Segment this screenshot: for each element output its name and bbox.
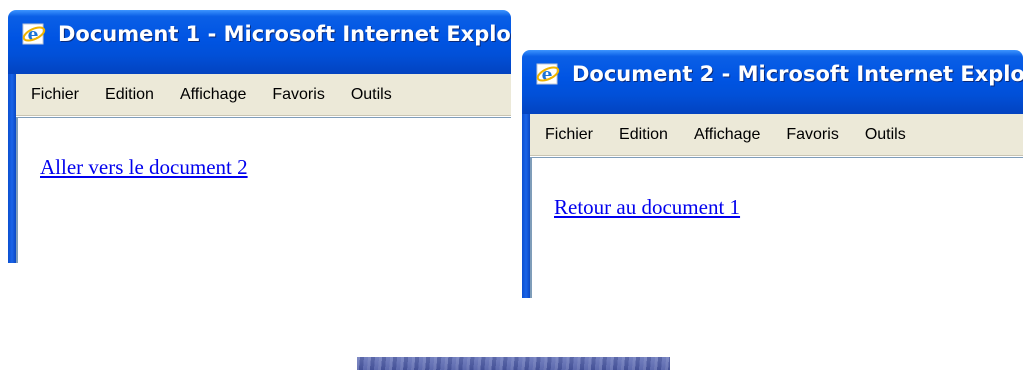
menu-affichage[interactable]: Affichage bbox=[180, 86, 246, 104]
menu-bar: Fichier Edition Affichage Favoris Outils bbox=[530, 114, 1023, 156]
page-content: Retour au document 1 bbox=[530, 157, 1023, 298]
menu-outils[interactable]: Outils bbox=[351, 86, 392, 104]
title-bar[interactable]: e Document 1 - Microsoft Internet Explor… bbox=[8, 10, 511, 74]
ie-window-document-2: e Document 2 - Microsoft Internet Explor… bbox=[522, 50, 1023, 298]
link-to-document-1[interactable]: Retour au document 1 bbox=[554, 195, 740, 220]
internet-explorer-icon: e bbox=[22, 23, 46, 45]
internet-explorer-icon: e bbox=[536, 63, 560, 85]
menu-edition[interactable]: Edition bbox=[105, 86, 154, 104]
window-title: Document 2 - Microsoft Internet Explorer bbox=[572, 62, 1023, 86]
menu-favoris[interactable]: Favoris bbox=[272, 86, 324, 104]
title-bar[interactable]: e Document 2 - Microsoft Internet Explor… bbox=[522, 50, 1023, 114]
menu-bar: Fichier Edition Affichage Favoris Outils bbox=[16, 74, 511, 116]
menu-fichier[interactable]: Fichier bbox=[31, 86, 79, 104]
menu-outils[interactable]: Outils bbox=[865, 126, 906, 144]
window-title: Document 1 - Microsoft Internet Explorer bbox=[58, 22, 511, 46]
ie-window-document-1: e Document 1 - Microsoft Internet Explor… bbox=[8, 10, 511, 263]
window-frame bbox=[8, 74, 16, 263]
menu-edition[interactable]: Edition bbox=[619, 126, 668, 144]
window-frame bbox=[522, 114, 530, 298]
cropped-image-strip bbox=[357, 357, 670, 370]
menu-favoris[interactable]: Favoris bbox=[786, 126, 838, 144]
page-content: Aller vers le document 2 bbox=[16, 117, 511, 263]
menu-fichier[interactable]: Fichier bbox=[545, 126, 593, 144]
link-to-document-2[interactable]: Aller vers le document 2 bbox=[40, 155, 248, 180]
menu-affichage[interactable]: Affichage bbox=[694, 126, 760, 144]
